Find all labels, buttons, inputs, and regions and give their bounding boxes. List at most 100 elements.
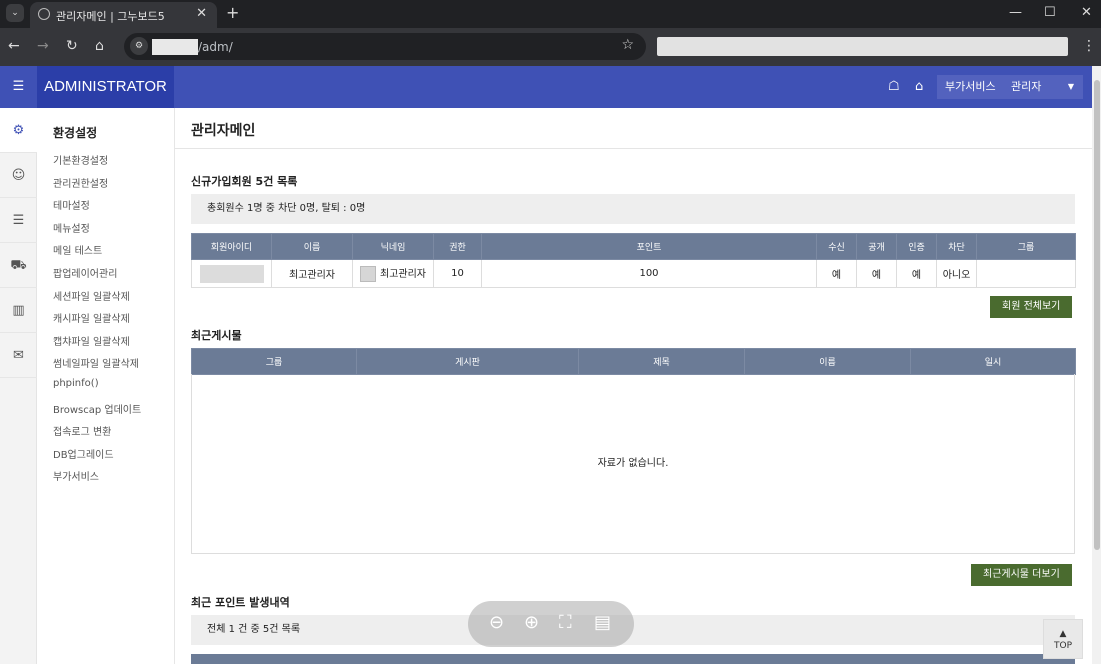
favicon-icon: [38, 8, 50, 20]
recent-posts-empty: 자료가 없습니다.: [191, 374, 1075, 554]
view-all-members-button[interactable]: 회원 전체보기: [990, 296, 1073, 318]
column-header: 회원아이디: [191, 233, 272, 260]
submenu-item[interactable]: 캐시파일 일괄삭제: [53, 310, 130, 325]
new-members-title: 신규가입회원 5건 목록: [191, 175, 298, 188]
scrollbar-thumb[interactable]: [1094, 80, 1100, 550]
gear-icon[interactable]: ⚙: [0, 108, 37, 153]
submenu-item[interactable]: phpinfo(): [53, 378, 99, 389]
more-posts-button[interactable]: 최근게시물 더보기: [971, 564, 1072, 586]
tab-title: 관리자메인 | 그누보드5: [56, 10, 165, 23]
submenu-heading: 환경설정: [53, 126, 98, 140]
submenu-item[interactable]: 메일 테스트: [53, 242, 102, 257]
scroll-top-button[interactable]: ▲ TOP: [1043, 619, 1083, 659]
back-icon[interactable]: ←: [8, 38, 20, 54]
zoom-in-icon[interactable]: ⊕: [524, 612, 539, 633]
column-header: 닉네임: [352, 233, 434, 260]
column-header: 일시: [910, 348, 1076, 375]
recent-posts-title: 최근게시물: [191, 329, 242, 342]
column-header: 인증: [896, 233, 937, 260]
browser-toolbar: ← → ↻ ⌂ ⚙ /adm/ ☆ ⋮: [0, 28, 1101, 66]
submenu-item[interactable]: 기본환경설정: [53, 152, 108, 167]
store-icon[interactable]: ☖: [888, 79, 900, 94]
mail-icon[interactable]: ✉: [0, 333, 37, 378]
browser-tabbar: ⌄ 관리자메인 | 그누보드5 ✕ + — ☐ ✕: [0, 0, 1101, 28]
chart-icon[interactable]: ▥: [0, 288, 37, 333]
browser-menu-icon[interactable]: ⋮: [1082, 38, 1096, 54]
member-cert-cell: 예: [896, 259, 937, 288]
member-blocked-cell: 아니오: [936, 259, 977, 288]
bookmark-star-icon[interactable]: ☆: [621, 37, 634, 53]
arrow-up-icon: ▲: [1059, 629, 1067, 639]
submenu-item[interactable]: 세션파일 일괄삭제: [53, 288, 130, 303]
menu-toggle-icon[interactable]: ☰: [0, 66, 37, 108]
member-level-cell: 10: [433, 259, 482, 288]
brand-logo[interactable]: ADMINISTRATOR: [37, 66, 174, 108]
submenu-item[interactable]: 부가서비스: [53, 468, 99, 483]
site-info-icon[interactable]: ⚙: [130, 37, 148, 55]
points-table-header: [191, 654, 1075, 664]
column-header: 수신: [816, 233, 857, 260]
column-header: 공개: [856, 233, 897, 260]
list-icon[interactable]: ☰: [0, 198, 37, 243]
submenu-item[interactable]: DB업그레이드: [53, 446, 114, 461]
window-close-icon[interactable]: ✕: [1081, 5, 1092, 20]
member-nick: 최고관리자: [380, 269, 426, 280]
zoom-out-icon[interactable]: ⊖: [489, 612, 504, 633]
submenu-item[interactable]: 관리권한설정: [53, 175, 108, 190]
settings-submenu: 환경설정 기본환경설정관리권한설정테마설정메뉴설정메일 테스트팝업레이어관리세션…: [37, 108, 174, 664]
column-header: 차단: [936, 233, 977, 260]
submenu-item[interactable]: 썸네일파일 일괄삭제: [53, 355, 139, 370]
new-tab-icon[interactable]: +: [226, 3, 239, 22]
maximize-icon[interactable]: ☐: [1044, 5, 1056, 20]
column-header: 게시판: [356, 348, 579, 375]
main-content: 관리자메인 신규가입회원 5건 목록 총회원수 1명 중 차단 0명, 탈퇴 :…: [174, 108, 1093, 664]
column-header: 제목: [578, 348, 745, 375]
member-mailing-cell: 예: [816, 259, 857, 288]
reader-icon[interactable]: ▤: [594, 612, 611, 633]
member-id-cell[interactable]: [191, 259, 272, 288]
chevron-down-icon[interactable]: ▼: [1059, 75, 1083, 99]
fullscreen-icon[interactable]: ⛶: [559, 612, 572, 633]
column-header: 그룹: [976, 233, 1076, 260]
url-path: /adm/: [198, 40, 233, 54]
column-header: 포인트: [481, 233, 817, 260]
member-nick-cell[interactable]: 최고관리자: [352, 259, 434, 288]
close-tab-icon[interactable]: ✕: [196, 6, 207, 21]
home-icon[interactable]: ⌂: [915, 79, 923, 94]
submenu-item[interactable]: 테마설정: [53, 197, 90, 212]
minimize-icon[interactable]: —: [1009, 5, 1022, 20]
page-title: 관리자메인: [191, 123, 256, 139]
submenu-item[interactable]: 캡챠파일 일괄삭제: [53, 333, 130, 348]
recent-posts-table: 그룹 게시판 제목 이름 일시: [191, 348, 1076, 375]
avatar-icon: [360, 266, 376, 282]
redacted-extension-area: [657, 37, 1068, 56]
divider: [175, 148, 1093, 149]
home-icon[interactable]: ⌂: [95, 38, 104, 54]
address-bar[interactable]: ⚙ /adm/ ☆: [124, 33, 646, 60]
icon-sidebar: ⚙ ☺ ☰ ⛟ ▥ ✉: [0, 108, 37, 664]
forward-icon[interactable]: →: [37, 38, 49, 54]
browser-tab[interactable]: 관리자메인 | 그누보드5 ✕: [30, 2, 217, 28]
submenu-item[interactable]: 메뉴설정: [53, 220, 90, 235]
submenu-item[interactable]: 팝업레이어관리: [53, 265, 117, 280]
admin-menu-button[interactable]: 관리자: [1003, 75, 1059, 99]
cart-icon[interactable]: ⛟: [0, 243, 37, 288]
member-name-cell[interactable]: 최고관리자: [271, 259, 353, 288]
new-members-table: 회원아이디 이름 닉네임 권한 포인트 수신 공개 인증 차단 그룹 최고관리자 최고관리자 10 10…: [191, 233, 1076, 288]
admin-header: ☰ ADMINISTRATOR ☖ ⌂ 부가서비스 관리자 ▼: [0, 66, 1092, 108]
table-row: 최고관리자 최고관리자 10 100 예 예 예 아니오: [191, 259, 1076, 288]
redacted-member-id: [199, 264, 264, 283]
submenu-item[interactable]: Browscap 업데이트: [53, 401, 141, 416]
column-header: 그룹: [191, 348, 357, 375]
member-group-cell: [976, 259, 1076, 288]
top-label: TOP: [1053, 641, 1072, 651]
reload-icon[interactable]: ↻: [66, 38, 78, 54]
addon-service-button[interactable]: 부가서비스: [937, 75, 1004, 99]
zoom-controls: ⊖ ⊕ ⛶ ▤: [468, 601, 634, 647]
column-header: 이름: [744, 348, 911, 375]
tab-search-icon[interactable]: ⌄: [6, 4, 24, 22]
submenu-item[interactable]: 접속로그 변환: [53, 423, 111, 438]
member-summary: 총회원수 1명 중 차단 0명, 탈퇴 : 0명: [191, 194, 1075, 224]
column-header: 권한: [433, 233, 482, 260]
user-icon[interactable]: ☺: [0, 153, 37, 198]
